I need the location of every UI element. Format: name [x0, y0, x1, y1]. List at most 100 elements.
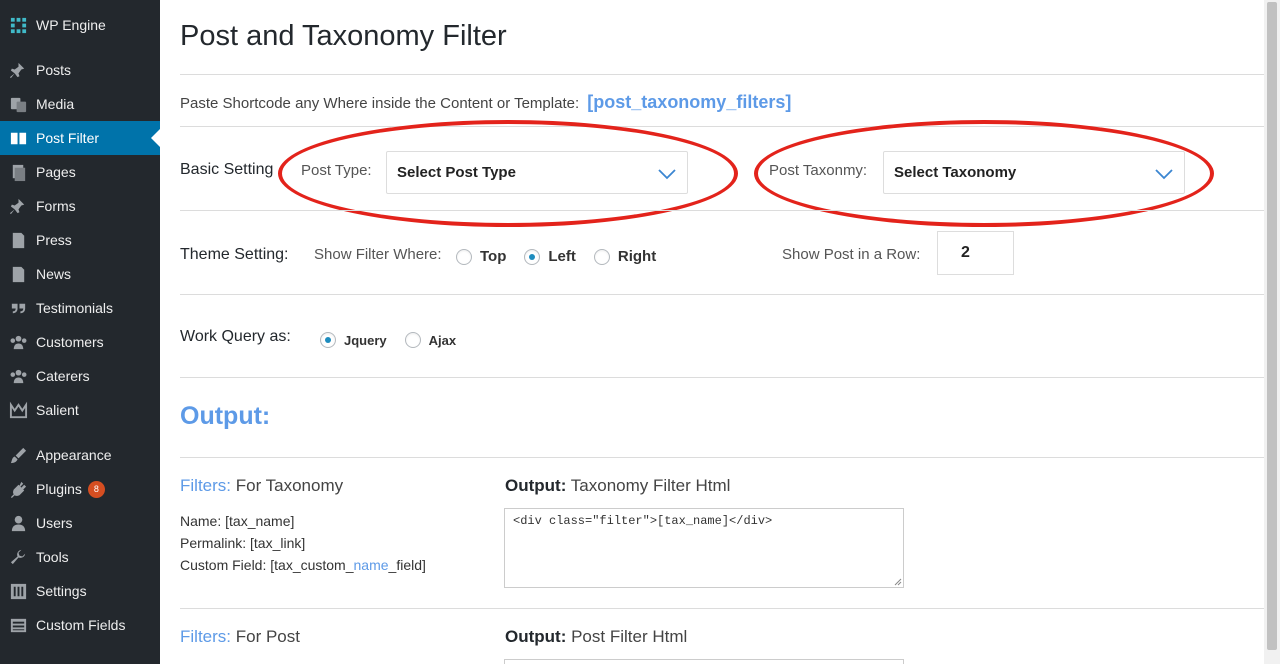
resize-handle-icon[interactable] [894, 578, 902, 586]
media-icon [0, 95, 36, 114]
scrollbar-thumb[interactable] [1267, 2, 1277, 650]
work-query-label: Work Query as: [180, 328, 291, 345]
post-output-heading: Output: Post Filter Html [505, 627, 687, 647]
taxonomy-label: Post Taxonmy: [769, 162, 868, 179]
post-filters-key: Filters: [180, 627, 231, 646]
divider [180, 126, 1264, 127]
tax-output-value: Taxonomy Filter Html [570, 476, 731, 495]
radio-top[interactable] [456, 248, 472, 265]
sidebar-item-label: Salient [36, 402, 79, 418]
sidebar-item-label: Customers [36, 334, 104, 350]
post-type-value: Select Post Type [397, 164, 516, 181]
divider [180, 210, 1264, 211]
sidebar-item-posts[interactable]: Posts [0, 53, 160, 87]
sidebar-item-press[interactable]: Press [0, 223, 160, 257]
divider [180, 294, 1264, 295]
sidebar-item-label: Media [36, 96, 75, 112]
sidebar-item-media[interactable]: Media [0, 87, 160, 121]
sidebar-item-testimonials[interactable]: Testimonials [0, 291, 160, 325]
plugins-update-badge: 8 [87, 480, 105, 498]
sidebar-item-label: Post Filter [36, 130, 100, 146]
radio-right[interactable] [593, 248, 610, 265]
shortcode-value[interactable]: [post_taxonomy_filters] [587, 92, 791, 112]
sidebar-item-salient[interactable]: Salient [0, 393, 160, 427]
sidebar-item-label: Tools [36, 549, 69, 565]
post-filters-heading: Filters: For Post [180, 627, 300, 647]
sidebar-item-label: Caterers [36, 368, 90, 384]
sidebar-item-label: Plugins [36, 481, 82, 497]
scrollbar[interactable] [1264, 0, 1280, 664]
quote-icon [0, 299, 36, 318]
post-type-select[interactable]: Select Post Type [386, 151, 688, 194]
tax-custom-field-suffix: _field] [388, 557, 426, 573]
taxonomy-select[interactable]: Select Taxonomy [883, 151, 1185, 194]
sidebar-item-customers[interactable]: Customers [0, 325, 160, 359]
sidebar-item-label: Appearance [36, 447, 112, 463]
show-filter-where-label: Show Filter Where: [314, 246, 442, 263]
admin-sidebar: WP Engine Posts Media Post Filter Pages … [0, 0, 160, 664]
pin-icon [0, 61, 36, 80]
sidebar-item-plugins[interactable]: Plugins 8 [0, 472, 160, 506]
book-icon [0, 129, 36, 148]
radio-jquery[interactable] [320, 332, 336, 348]
theme-setting-label: Theme Setting: [180, 246, 289, 263]
post-type-label: Post Type: [301, 162, 372, 179]
radio-ajax[interactable] [404, 332, 421, 348]
shortcode-hint: Paste Shortcode any Where inside the Con… [180, 92, 791, 113]
document-icon [0, 265, 36, 284]
chevron-down-icon [1155, 169, 1173, 180]
radio-left-label: Left [548, 248, 576, 265]
divider [180, 377, 1264, 378]
tax-output-key: Output: [505, 476, 567, 495]
divider [180, 608, 1264, 609]
filter-position-radios: Top Left Right [456, 248, 674, 265]
sidebar-item-forms[interactable]: Forms [0, 189, 160, 223]
sidebar-item-label: News [36, 266, 72, 282]
brush-icon [0, 446, 36, 465]
post-output-value: Post Filter Html [571, 627, 688, 646]
tax-filters-key: Filters: [180, 476, 231, 495]
post-html-textarea[interactable] [504, 659, 904, 664]
user-icon [0, 514, 36, 533]
wrench-icon [0, 548, 36, 567]
pages-icon [0, 163, 36, 182]
tax-field-list: Name: [tax_name] Permalink: [tax_link] C… [180, 510, 426, 576]
tax-permalink-field: Permalink: [tax_link] [180, 535, 306, 551]
pin-icon [0, 197, 36, 216]
shortcode-label: Paste Shortcode any Where inside the Con… [180, 95, 580, 112]
sidebar-item-caterers[interactable]: Caterers [0, 359, 160, 393]
sidebar-item-appearance[interactable]: Appearance [0, 438, 160, 472]
plug-icon [0, 480, 36, 499]
sidebar-item-users[interactable]: Users [0, 506, 160, 540]
sidebar-item-settings[interactable]: Settings [0, 574, 160, 608]
document-icon [0, 231, 36, 250]
tax-html-textarea[interactable]: <div class="filter">[tax_name]</div> [504, 508, 904, 588]
sidebar-item-label: Pages [36, 164, 76, 180]
crown-icon [0, 401, 36, 420]
main-content: Post and Taxonomy Filter Paste Shortcode… [160, 0, 1280, 664]
radio-ajax-label: Ajax [428, 332, 457, 348]
sidebar-item-post-filter[interactable]: Post Filter [0, 121, 160, 155]
radio-left[interactable] [524, 248, 541, 265]
tax-html-value: <div class="filter">[tax_name]</div> [513, 514, 773, 528]
sidebar-brand-label: WP Engine [36, 17, 106, 33]
show-post-in-row-label: Show Post in a Row: [782, 246, 921, 263]
tax-output-heading: Output: Taxonomy Filter Html [505, 476, 730, 496]
page-title: Post and Taxonomy Filter [180, 20, 507, 52]
radio-jquery-label: Jquery [344, 332, 387, 348]
sidebar-item-label: Forms [36, 198, 76, 214]
table-icon [0, 616, 36, 635]
tax-custom-field: Custom Field: [tax_custom_name_field] [180, 554, 426, 576]
sidebar-item-pages[interactable]: Pages [0, 155, 160, 189]
tax-custom-field-prefix: Custom Field: [tax_custom_ [180, 557, 354, 573]
sidebar-item-tools[interactable]: Tools [0, 540, 160, 574]
tax-filters-heading: Filters: For Taxonomy [180, 476, 343, 496]
basic-setting-label: Basic Setting [180, 161, 274, 178]
sidebar-item-custom-fields[interactable]: Custom Fields [0, 608, 160, 642]
sidebar-brand[interactable]: WP Engine [0, 8, 160, 42]
posts-per-row-input[interactable]: 2 [937, 231, 1014, 275]
sidebar-item-label: Custom Fields [36, 617, 126, 633]
sidebar-item-news[interactable]: News [0, 257, 160, 291]
radio-right-label: Right [617, 248, 657, 265]
sidebar-item-label: Users [36, 515, 73, 531]
